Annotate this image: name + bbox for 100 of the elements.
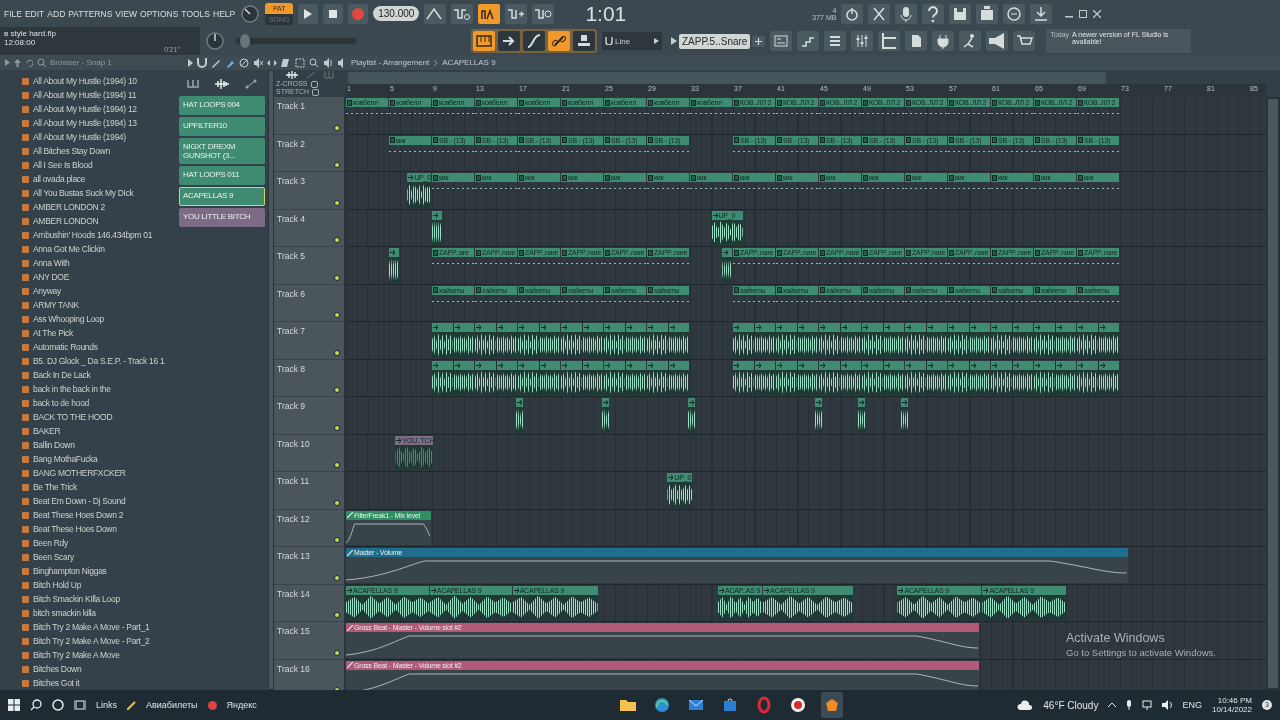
track-header[interactable]: Track 8 xyxy=(274,359,344,397)
menu-item[interactable]: FILE xyxy=(4,8,22,19)
browser-item[interactable]: back to de hood xyxy=(33,398,89,408)
browser-item[interactable]: All About My Hustle (1994) 11 xyxy=(33,90,137,100)
menu-item[interactable]: OPTIONS xyxy=(140,8,179,19)
track-name: Track 7 xyxy=(277,326,306,336)
track-name: Track 2 xyxy=(277,138,306,149)
browser-item[interactable]: Ass Whooping Loop xyxy=(33,314,104,324)
file-name: в style hard.flp xyxy=(4,29,57,38)
browser-item[interactable]: All About My Hustle (1994) 10 xyxy=(33,76,137,86)
language-indicator[interactable]: ENG xyxy=(1182,700,1202,710)
track-header[interactable]: Track 15 xyxy=(274,622,344,660)
track-name: Track 12 xyxy=(277,513,310,524)
track-header[interactable]: Track 3 xyxy=(274,172,344,210)
browser-item[interactable]: BANG MOTHERFXCKER xyxy=(33,468,126,478)
track-header[interactable]: Track 9 xyxy=(274,397,344,435)
browser-item[interactable]: Bitch Try 2 Make A Move - Part_2 xyxy=(33,636,150,646)
clock-date[interactable]: 10/14/2022 xyxy=(1211,705,1252,714)
browser-item[interactable]: All About My Hustle (1994) xyxy=(33,132,126,142)
track-header[interactable]: Track 4 xyxy=(274,209,344,247)
menu-item[interactable]: TOOLS xyxy=(181,8,211,19)
clip-source[interactable]: NIGXT DREXM GUNSHOT (3... xyxy=(179,138,265,164)
weather-widget[interactable]: 46°F Cloudy xyxy=(1043,699,1099,711)
browser-item[interactable]: Been Rdy xyxy=(33,538,68,548)
track-name: Track 6 xyxy=(277,288,306,299)
browser-item[interactable]: ANY DOE xyxy=(33,272,69,282)
clip-source[interactable]: UPFILTER10 xyxy=(179,117,265,136)
track-header[interactable]: Track 10 xyxy=(274,434,344,472)
browser-item[interactable]: AMBER LONDON 2 xyxy=(33,202,105,212)
track-header[interactable]: Track 7 xyxy=(274,322,344,360)
browser-item[interactable]: Ballin Down xyxy=(33,440,75,450)
browser-item[interactable]: Bitches Got it xyxy=(33,678,80,688)
track-header[interactable]: Track 6 xyxy=(274,284,344,322)
browser-item[interactable]: Anna Got Me Clickin xyxy=(33,244,105,254)
browser-item[interactable]: Binghampton Niggas xyxy=(33,566,107,576)
track-header[interactable]: Track 14 xyxy=(274,584,344,622)
browser-item[interactable]: Beat These Hoes Down xyxy=(33,524,117,534)
browser-item[interactable]: ARMY TANK xyxy=(33,300,79,310)
track-header[interactable]: Track 1 xyxy=(274,97,344,135)
browser-item[interactable]: bitch smackin killa xyxy=(33,608,96,618)
clip-source[interactable]: HAT LOOPS 011 xyxy=(179,166,265,185)
track-header[interactable]: Track 5 xyxy=(274,247,344,285)
browser-item[interactable]: All I See Is Blood xyxy=(33,160,93,170)
browser-item[interactable]: Bitch Try 2 Make A Move - Part_1 xyxy=(33,622,150,632)
browser-item[interactable]: Been Scary xyxy=(33,552,74,562)
browser-item[interactable]: AMBER LONDON xyxy=(33,216,99,226)
browser-item[interactable]: B5. DJ Glock _ Da S.E.P. - Track 16 1 xyxy=(33,356,165,366)
menu-item[interactable]: VIEW xyxy=(115,8,138,19)
track-header[interactable]: Track 12 xyxy=(274,509,344,547)
browser-item[interactable]: Bang MothaFucka xyxy=(33,454,98,464)
track-header[interactable]: Track 16 xyxy=(274,659,344,690)
track-header[interactable]: Track 11 xyxy=(274,472,344,510)
browser-item[interactable]: All About My Hustle (1994) 12 xyxy=(33,104,137,114)
browser-item[interactable]: All About My Hustle (1994) 13 xyxy=(33,118,137,128)
playlist-title: Playlist - Arrangement xyxy=(351,58,430,67)
browser-item[interactable]: Bitch Hold Up xyxy=(33,580,82,590)
browser-item[interactable]: Back In De Lack xyxy=(33,370,91,380)
tempo-display[interactable]: 130.000 xyxy=(373,6,420,21)
browser-item[interactable]: All Bitches Stay Down xyxy=(33,146,110,156)
track-header[interactable]: Track 2 xyxy=(274,134,344,172)
browser-item[interactable]: Ambushin' Hoods 146.434bpm 01 xyxy=(33,230,153,240)
track-name: Track 11 xyxy=(277,476,310,486)
menu-item[interactable]: HELP xyxy=(213,8,236,19)
browser-item[interactable]: Be The Trick xyxy=(33,482,77,492)
links-toolbar[interactable]: Links xyxy=(96,700,117,710)
activation-title: Activate Windows xyxy=(1066,631,1166,645)
browser-item[interactable]: Bitches Down xyxy=(33,664,82,674)
browser-item[interactable]: Beat Em Down - Dj Sound xyxy=(33,496,126,506)
track-header[interactable]: Track 13 xyxy=(274,547,344,585)
browser-item[interactable]: At The Pick xyxy=(33,328,73,338)
browser-item[interactable]: Anyway xyxy=(33,286,61,296)
browser-item[interactable]: BACK TO THE HOOD xyxy=(33,412,113,422)
pattern-name[interactable]: ACAPELLAS 9 xyxy=(442,58,496,67)
clip-source[interactable]: YOU LITTLE BITCH xyxy=(179,208,265,227)
browser-item[interactable]: Beat These Hoes Down 2 xyxy=(33,510,124,520)
browser-item[interactable]: BAKER xyxy=(33,426,61,436)
browser-title: Browser - Snap 1 xyxy=(50,58,112,67)
bookmark-link[interactable]: Яндекс xyxy=(226,700,257,710)
browser-item[interactable]: All You Bustas Suck My DIck xyxy=(33,188,134,198)
browser-item[interactable]: Bitch Try 2 Make A Move xyxy=(33,650,120,660)
track-name: Track 4 xyxy=(277,213,306,224)
track-name: Track 15 xyxy=(277,626,310,636)
project-time: 12:08:00 xyxy=(4,38,37,47)
track-name: Track 14 xyxy=(277,588,310,599)
track-name: Track 3 xyxy=(277,176,306,186)
browser-item[interactable]: all ovada place xyxy=(33,174,86,184)
track-name: Track 8 xyxy=(277,363,306,374)
menu-item[interactable]: PATTERNS xyxy=(68,8,113,19)
pattern-selector[interactable]: ZAPP.5..Snare xyxy=(679,33,751,49)
clip-source[interactable]: HAT LOOPS 004 xyxy=(179,96,265,115)
browser-item[interactable]: Automatic Rounds xyxy=(33,342,98,352)
menu-item[interactable]: ADD xyxy=(47,8,66,19)
browser-item[interactable]: Anna With xyxy=(33,258,70,268)
clock-time[interactable]: 10:46 PM xyxy=(1217,696,1252,705)
browser-item[interactable]: Bitch Smackin KIlla Loop xyxy=(33,594,120,604)
browser-item[interactable]: back in the back in the xyxy=(33,384,111,394)
clip-source[interactable]: ACAPELLAS 9 xyxy=(179,187,265,206)
bookmark-link[interactable]: Авиабилеты xyxy=(146,700,198,710)
snap-dropdown[interactable]: Line xyxy=(602,32,662,50)
menu-item[interactable]: EDIT xyxy=(24,8,45,19)
